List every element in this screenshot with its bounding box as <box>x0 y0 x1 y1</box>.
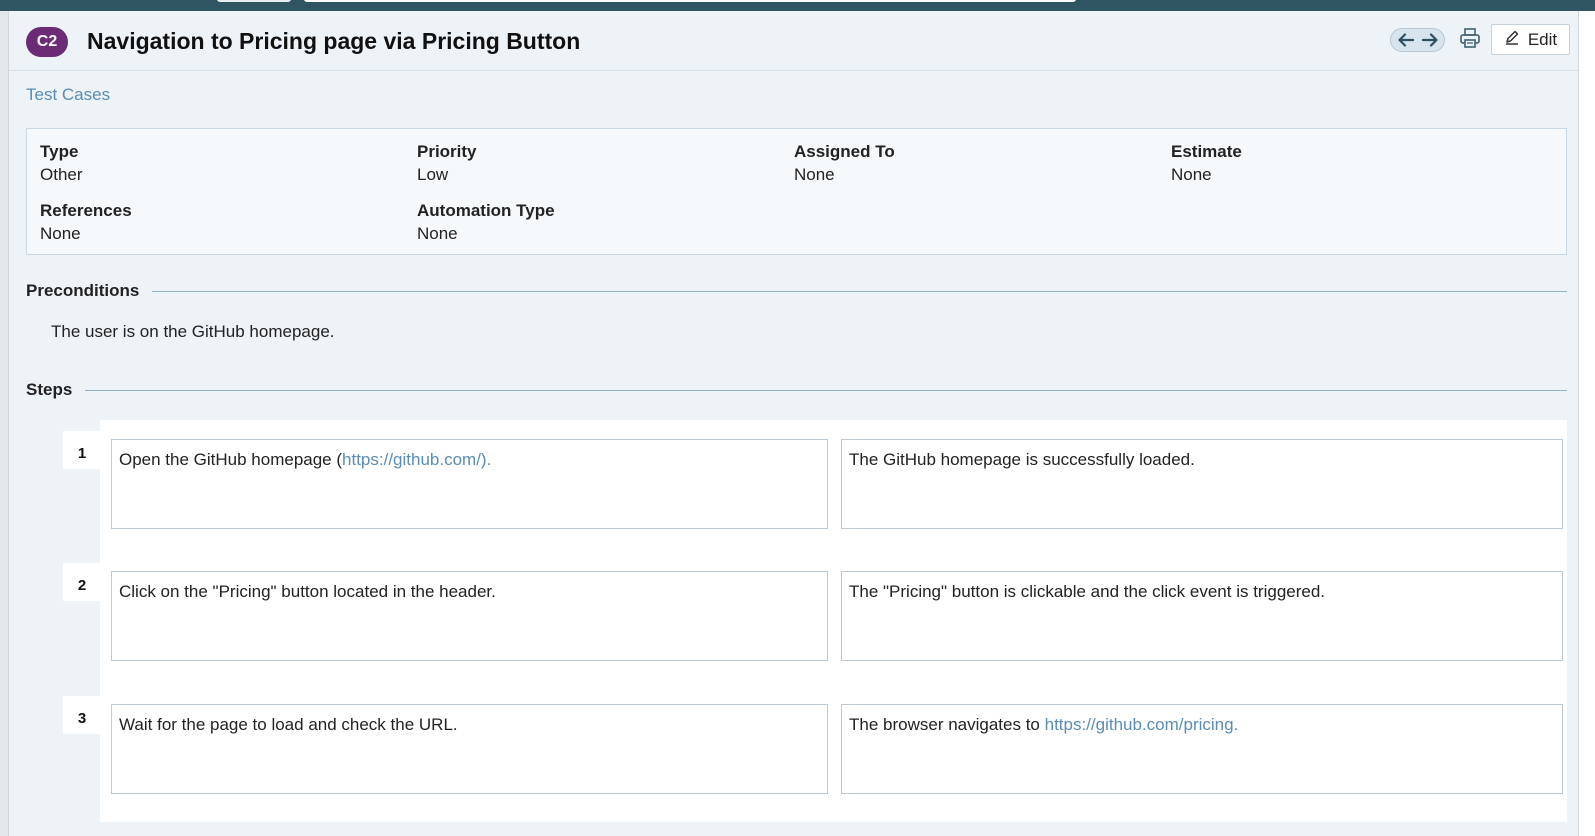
left-sidebar-edge <box>0 11 9 836</box>
preconditions-text: The user is on the GitHub homepage. <box>51 322 335 341</box>
breadcrumb-test-cases[interactable]: Test Cases <box>26 85 110 105</box>
steps-section-header: Steps <box>26 378 1567 402</box>
page-title: Navigation to Pricing page via Pricing B… <box>87 28 581 54</box>
field-automation-type: Automation Type None <box>417 200 787 246</box>
field-estimate: Estimate None <box>1171 141 1541 187</box>
step-number: 3 <box>63 696 101 734</box>
top-nav-tab[interactable] <box>217 0 291 2</box>
case-id-badge: C2 <box>26 27 68 57</box>
arrow-right-icon[interactable] <box>1420 31 1440 49</box>
step-action-text: Click on the "Pricing" button located in… <box>119 582 496 601</box>
field-priority: Priority Low <box>417 141 787 187</box>
step-number: 2 <box>63 563 101 601</box>
step-expected-result[interactable]: The "Pricing" button is clickable and th… <box>841 571 1563 661</box>
case-header: C2 Navigation to Pricing page via Pricin… <box>9 11 1578 71</box>
field-label: Type <box>40 142 79 161</box>
field-label: References <box>40 201 132 220</box>
step-expected-result[interactable]: The browser navigates to https://github.… <box>841 704 1563 794</box>
field-references: References None <box>40 200 410 246</box>
step-expected-text: The GitHub homepage is successfully load… <box>849 450 1195 469</box>
step-expected-result[interactable]: The GitHub homepage is successfully load… <box>841 439 1563 529</box>
preconditions-section-header: Preconditions <box>26 279 1567 303</box>
field-value: None <box>1171 165 1212 184</box>
edit-button-label: Edit <box>1527 29 1558 49</box>
field-label: Estimate <box>1171 142 1242 161</box>
step-expected-link[interactable]: https://github.com/pricing. <box>1045 715 1239 734</box>
step-action-text: Wait for the page to load and check the … <box>119 715 458 734</box>
field-label: Automation Type <box>417 201 555 220</box>
field-label: Assigned To <box>794 142 895 161</box>
step-expected-text: The browser navigates to <box>849 715 1045 734</box>
printer-icon <box>1459 27 1481 54</box>
field-value: None <box>794 165 835 184</box>
field-value: None <box>40 224 81 243</box>
test-case-page: C2 Navigation to Pricing page via Pricin… <box>9 11 1578 836</box>
edit-button[interactable]: Edit <box>1491 24 1570 55</box>
steps-heading: Steps <box>26 380 73 399</box>
step-action-text: Open the GitHub homepage ( <box>119 450 343 469</box>
field-value: Low <box>417 165 449 184</box>
step-action[interactable]: Click on the "Pricing" button located in… <box>111 571 828 661</box>
section-divider <box>85 389 1567 391</box>
step-action[interactable]: Wait for the page to load and check the … <box>111 704 828 794</box>
field-assigned-to: Assigned To None <box>794 141 1164 187</box>
step-number: 1 <box>63 431 101 469</box>
field-type: Type Other <box>40 141 410 187</box>
field-value: Other <box>40 165 83 184</box>
print-button[interactable] <box>1457 27 1483 53</box>
case-fields-panel: Type Other Priority Low Assigned To None… <box>26 128 1567 255</box>
top-navigation-bar <box>0 0 1595 11</box>
step-expected-text: The "Pricing" button is clickable and th… <box>849 582 1326 601</box>
top-search-input[interactable] <box>304 0 1076 2</box>
field-value: None <box>417 224 458 243</box>
step-action-link[interactable]: https://github.com/). <box>342 450 491 469</box>
section-divider <box>152 290 1567 292</box>
step-action[interactable]: Open the GitHub homepage (https://github… <box>111 439 828 529</box>
pencil-icon <box>1504 29 1520 50</box>
field-label: Priority <box>417 142 477 161</box>
preconditions-heading: Preconditions <box>26 281 140 300</box>
arrow-left-icon[interactable] <box>1396 31 1416 49</box>
case-navigation-pill <box>1390 28 1445 52</box>
right-sidebar-edge <box>1578 11 1595 836</box>
